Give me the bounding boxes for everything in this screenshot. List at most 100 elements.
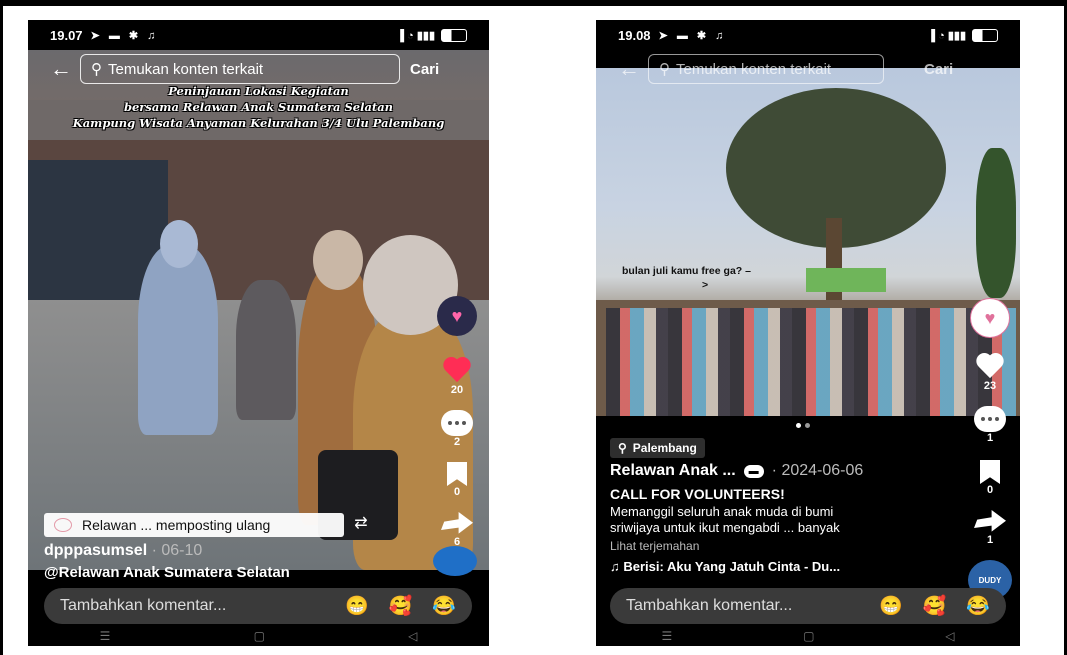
post-headline: CALL FOR VOLUNTEERS! (610, 486, 785, 502)
laugh-emoji-icon[interactable]: 😂 (432, 594, 456, 618)
search-icon: ⚲ (659, 61, 670, 78)
left-phone-screen: 19.07 ➤ ▬ ✱ ♫ ▐ ◔ ▮▮▮ 3 Peninjauan Lokas… (28, 20, 489, 646)
overlay-line-2: > (702, 279, 709, 291)
menu-nav-icon[interactable]: ☰ (100, 629, 111, 643)
repost-avatar-icon (54, 518, 72, 532)
back-arrow-icon[interactable]: ← (618, 56, 648, 82)
author-name[interactable]: Relawan Anak ... (610, 462, 736, 480)
signal-icon: ▐ ◔ ▮▮▮ (396, 29, 435, 42)
overlay-line-1: bulan juli kamu free ga? – (622, 265, 751, 277)
like-button[interactable]: 23 (975, 354, 1005, 392)
status-time: 19.07 (50, 27, 83, 43)
search-input[interactable]: ⚲ Temukan konten terkait (80, 54, 400, 84)
search-input[interactable]: ⚲ Temukan konten terkait (648, 54, 884, 84)
home-nav-icon[interactable]: ▢ (254, 629, 265, 643)
banner-line-1: Peninjauan Lokasi Kegiatan (168, 84, 349, 98)
share-button[interactable]: 1 (974, 510, 1006, 546)
profile-avatar[interactable]: ♥ (437, 296, 477, 336)
status-right-icons: ▐ ◔ ▮▮▮ 3 (396, 28, 467, 42)
repost-icon[interactable]: ⇄ (346, 513, 376, 537)
grin-emoji-icon[interactable]: 😁 (345, 594, 369, 618)
emoji-shortcuts: 😁 🥰 😂 (879, 594, 990, 618)
group-of-children (606, 308, 1016, 416)
home-nav-icon[interactable]: ▢ (803, 629, 814, 643)
like-count: 20 (450, 384, 464, 396)
comment-bar[interactable]: Tambahkan komentar... 😁 🥰 😂 (610, 588, 1006, 624)
bookmark-icon (447, 462, 467, 486)
banner-line-3: Kampung Wisata Anyaman Kelurahan 3/4 Ulu… (72, 116, 445, 130)
comment-input[interactable]: Tambahkan komentar... (60, 597, 226, 615)
comment-count: 2 (453, 436, 461, 448)
heart-logo-icon: ♥ (437, 296, 477, 336)
comment-icon (974, 406, 1006, 432)
music-disc-icon[interactable] (433, 546, 477, 576)
status-right-icons: ▐ ◔ ▮▮▮ 2 (927, 28, 998, 42)
share-button[interactable]: 6 (441, 512, 473, 548)
status-time: 19.08 (618, 27, 651, 43)
search-placeholder: Temukan konten terkait (108, 60, 264, 78)
body-line-1: Memanggil seluruh anak muda di bumi (610, 504, 834, 519)
location-chip[interactable]: ⚲ Palembang (610, 438, 705, 458)
like-button[interactable]: 20 (442, 358, 472, 396)
share-count: 1 (986, 534, 994, 546)
post-caption[interactable]: @Relawan Anak Sumatera Selatan (44, 564, 290, 581)
search-placeholder: Temukan konten terkait (676, 60, 832, 78)
search-button[interactable]: Cari (410, 61, 439, 78)
system-navbar: ☰ ▢ ◁ (28, 626, 489, 646)
banner-line-2: bersama Relawan Anak Sumatera Selatan (123, 100, 394, 114)
photo-frame[interactable]: bulan juli kamu free ga? – > (596, 68, 1020, 416)
person-head (160, 220, 198, 268)
save-button[interactable]: 0 (980, 460, 1000, 496)
comment-icon (441, 410, 473, 436)
post-date: · 06-10 (147, 542, 203, 559)
back-arrow-icon[interactable]: ← (50, 56, 80, 82)
status-bar: 19.08 ➤ ▬ ✱ ♫ ▐ ◔ ▮▮▮ 2 (596, 20, 1020, 50)
right-phone-screen: 19.08 ➤ ▬ ✱ ♫ ▐ ◔ ▮▮▮ 2 bulan juli kamu … (596, 20, 1020, 646)
love-emoji-icon[interactable]: 🥰 (923, 594, 947, 618)
profile-avatar[interactable]: ♥ (970, 298, 1010, 338)
laugh-emoji-icon[interactable]: 😂 (966, 594, 990, 618)
action-rail: ♥ 23 1 0 1 DUDY (968, 298, 1012, 614)
heart-icon (975, 354, 1005, 380)
battery-icon: 2 (972, 28, 998, 42)
system-navbar: ☰ ▢ ◁ (596, 626, 1020, 646)
heart-icon (442, 358, 472, 384)
status-notification-icons: ➤ ▬ ✱ ♫ (90, 29, 159, 42)
video-frame[interactable]: Peninjauan Lokasi Kegiatan bersama Relaw… (28, 50, 489, 570)
bookmark-icon (980, 460, 1000, 484)
comment-button[interactable]: 2 (441, 410, 473, 448)
save-button[interactable]: 0 (447, 462, 467, 498)
comment-button[interactable]: 1 (974, 406, 1006, 444)
overlay-caption: bulan juli kamu free ga? – > (622, 264, 751, 292)
music-label[interactable]: ♫ Berisi: Aku Yang Jatuh Cinta - Du... (610, 559, 840, 574)
comment-count: 1 (986, 432, 994, 444)
body-line-2: sriwijaya untuk ikut mengabdi ... banyak (610, 520, 840, 535)
comment-bar[interactable]: Tambahkan komentar... 😁 🥰 😂 (44, 588, 472, 624)
location-label: Palembang (632, 441, 697, 455)
battery-icon: 3 (441, 28, 467, 42)
location-pin-icon: ⚲ (618, 441, 627, 455)
person-figure (236, 280, 296, 420)
grin-emoji-icon[interactable]: 😁 (879, 594, 903, 618)
tree-trunk (826, 218, 842, 308)
back-nav-icon[interactable]: ◁ (945, 629, 954, 643)
see-translation-link[interactable]: Lihat terjemahan (610, 539, 699, 553)
tree-house (806, 268, 886, 292)
comment-input[interactable]: Tambahkan komentar... (626, 597, 792, 615)
person-head (313, 230, 363, 290)
share-icon (974, 510, 1006, 532)
status-notification-icons: ➤ ▬ ✱ ♫ (658, 29, 727, 42)
person-figure (138, 245, 218, 435)
share-icon (441, 512, 473, 534)
search-bar: ← ⚲ Temukan konten terkait Cari (618, 53, 953, 85)
author-name[interactable]: dpppasumsel (44, 542, 147, 559)
post-body[interactable]: Memanggil seluruh anak muda di bumi sriw… (610, 504, 940, 536)
save-count: 0 (986, 484, 994, 496)
search-icon: ⚲ (91, 61, 102, 78)
menu-nav-icon[interactable]: ☰ (661, 629, 672, 643)
chat-badge-icon: ▬ (743, 464, 764, 478)
repost-chip[interactable]: Relawan ... memposting ulang (44, 513, 344, 537)
search-button[interactable]: Cari (924, 61, 953, 78)
back-nav-icon[interactable]: ◁ (408, 629, 417, 643)
love-emoji-icon[interactable]: 🥰 (389, 594, 413, 618)
